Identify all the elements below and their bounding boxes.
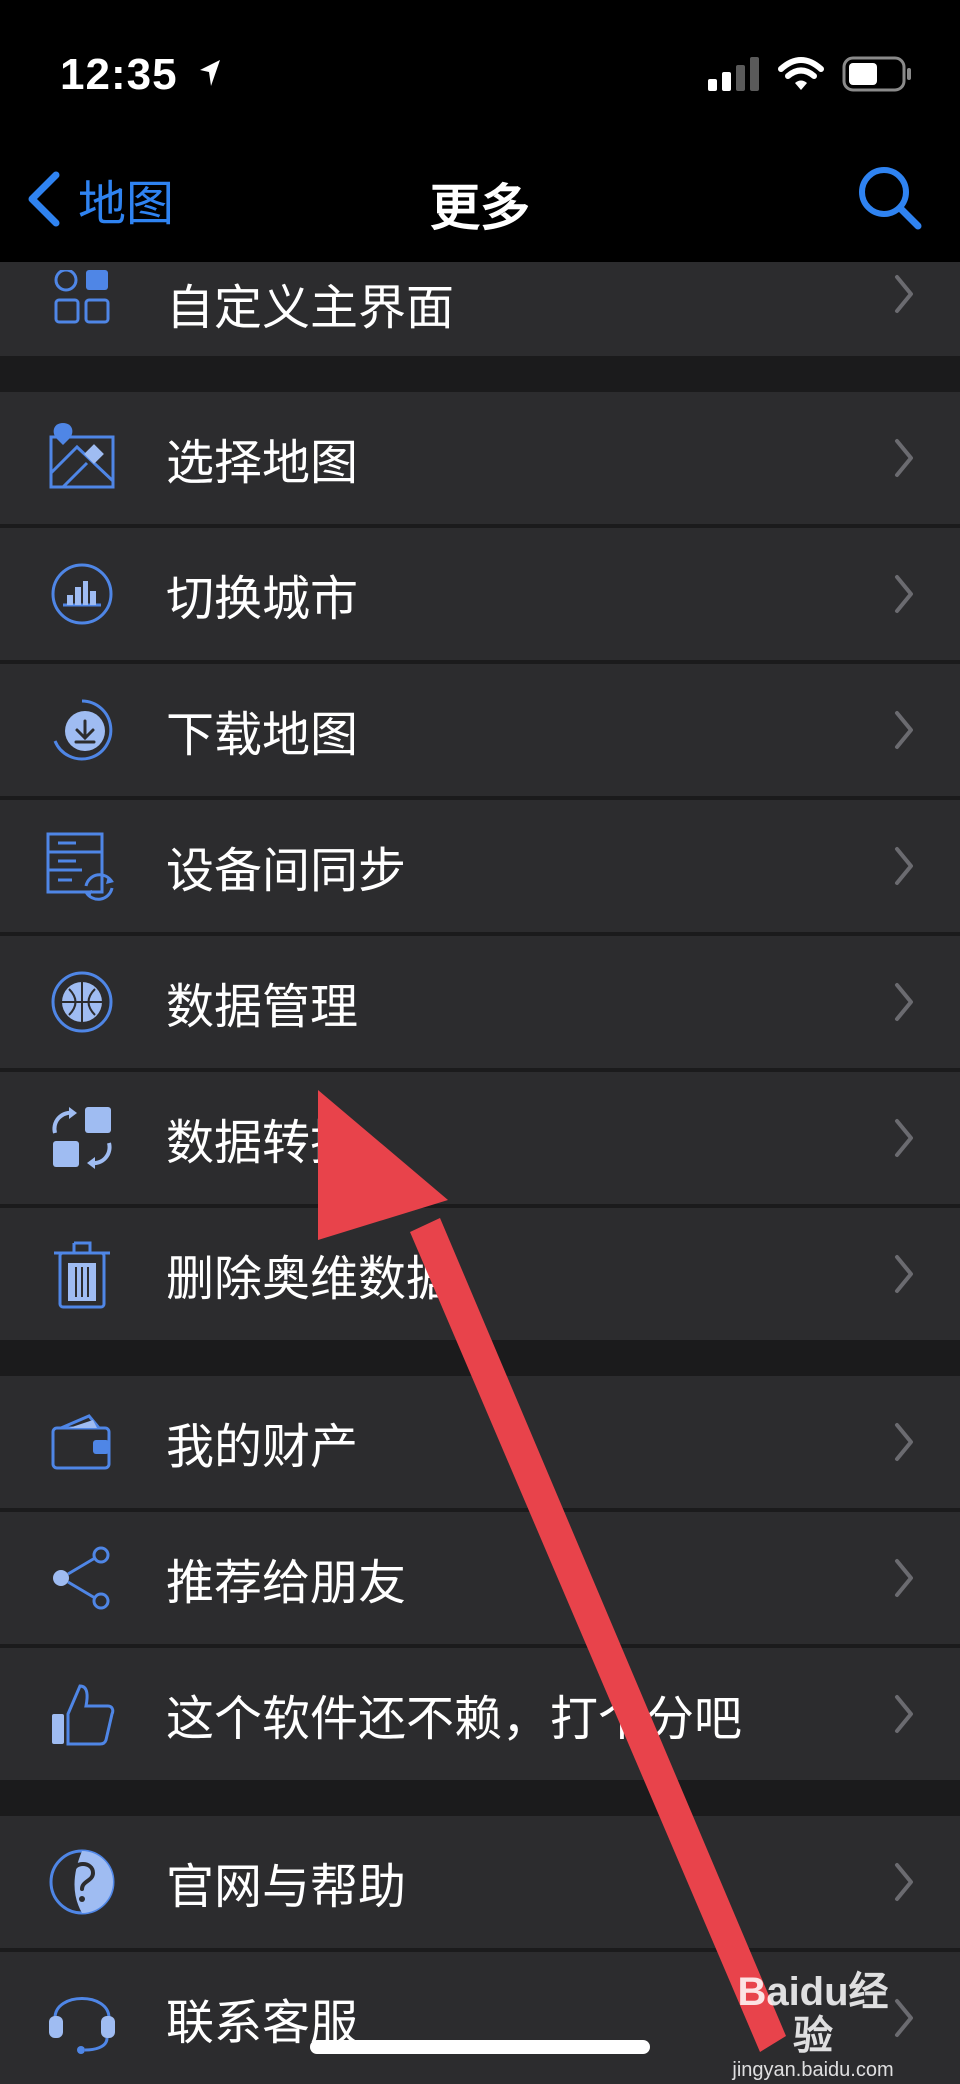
list-item-label: 自定义主界面 xyxy=(166,280,455,336)
sync-icon xyxy=(44,828,120,904)
chevron-right-icon xyxy=(895,1423,913,1461)
list-item-switch-city[interactable]: 切换城市 xyxy=(0,524,960,660)
status-indicators xyxy=(708,56,912,92)
location-arrow-icon xyxy=(200,60,220,86)
cellular-signal-icon xyxy=(708,57,759,91)
list-item-rate-app[interactable]: 这个软件还不赖，打个分吧 xyxy=(0,1644,960,1780)
group-separator xyxy=(0,356,960,392)
chevron-right-icon xyxy=(895,711,913,749)
chevron-right-icon xyxy=(895,1119,913,1157)
chevron-right-icon xyxy=(895,847,913,885)
thumbs-up-icon xyxy=(44,1676,120,1752)
settings-group: 自定义主界面 xyxy=(0,262,960,356)
grid-layout-icon xyxy=(44,264,120,340)
list-item-website-help[interactable]: 官网与帮助 xyxy=(0,1816,960,1948)
wifi-icon xyxy=(778,57,824,90)
status-bar: 12:35 xyxy=(0,0,960,140)
list-item-label: 设备间同步 xyxy=(166,843,407,899)
headset-icon xyxy=(44,1980,120,2056)
list-item-label: 下载地图 xyxy=(166,707,359,763)
search-icon xyxy=(859,167,922,230)
watermark-url: jingyan.baidu.com xyxy=(732,2059,894,2081)
chevron-right-icon xyxy=(895,575,913,613)
search-button[interactable] xyxy=(854,162,926,238)
watermark: Baidu经验 jingyan.baidu.com xyxy=(718,1970,908,2082)
download-icon xyxy=(44,692,120,768)
list-item-label: 切换城市 xyxy=(166,571,359,627)
list-item-label: 我的财产 xyxy=(166,1419,359,1475)
settings-list: 自定义主界面 选择地图 切换城市 下载地图 设备间同步 数据管理 数据转换 删除… xyxy=(0,262,960,2084)
battery-icon xyxy=(842,56,911,92)
list-item-data-convert[interactable]: 数据转换 xyxy=(0,1068,960,1204)
globe-icon xyxy=(44,964,120,1040)
group-separator xyxy=(0,1340,960,1376)
settings-group: 我的财产 推荐给朋友 这个软件还不赖，打个分吧 xyxy=(0,1376,960,1780)
list-item-select-map[interactable]: 选择地图 xyxy=(0,392,960,524)
help-icon xyxy=(44,1844,120,1920)
chevron-right-icon xyxy=(895,983,913,1021)
home-indicator[interactable] xyxy=(310,2040,650,2054)
list-item-label: 官网与帮助 xyxy=(166,1859,407,1915)
chevron-right-icon xyxy=(895,1255,913,1293)
list-item-label: 选择地图 xyxy=(166,435,359,491)
city-icon xyxy=(44,556,120,632)
chevron-right-icon xyxy=(895,1559,913,1597)
map-pin-icon xyxy=(44,420,120,496)
list-item-label: 这个软件还不赖，打个分吧 xyxy=(166,1691,743,1747)
page-title: 更多 xyxy=(430,179,530,237)
group-separator xyxy=(0,1780,960,1816)
status-time: 12:35 xyxy=(60,50,178,99)
chevron-right-icon xyxy=(895,275,913,313)
settings-group: 选择地图 切换城市 下载地图 设备间同步 数据管理 数据转换 删除奥维数据 xyxy=(0,392,960,1340)
share-icon xyxy=(44,1540,120,1616)
list-item-label: 删除奥维数据 xyxy=(166,1251,455,1307)
list-item-my-assets[interactable]: 我的财产 xyxy=(0,1376,960,1508)
navigation-bar: 地图 更多 xyxy=(0,140,960,262)
list-item-label: 数据转换 xyxy=(166,1115,359,1171)
list-item-device-sync[interactable]: 设备间同步 xyxy=(0,796,960,932)
list-item-label: 推荐给朋友 xyxy=(166,1555,407,1611)
chevron-right-icon xyxy=(895,1695,913,1733)
chevron-right-icon xyxy=(895,1863,913,1901)
wallet-icon xyxy=(44,1404,120,1480)
convert-icon xyxy=(44,1100,120,1176)
chevron-right-icon xyxy=(895,439,913,477)
list-item-data-management[interactable]: 数据管理 xyxy=(0,932,960,1068)
trash-icon xyxy=(44,1236,120,1312)
list-item-label: 数据管理 xyxy=(166,979,359,1035)
watermark-logo: Baidu经验 xyxy=(737,1970,889,2058)
list-item-customize-home[interactable]: 自定义主界面 xyxy=(0,262,960,356)
list-item-download-map[interactable]: 下载地图 xyxy=(0,660,960,796)
list-item-recommend[interactable]: 推荐给朋友 xyxy=(0,1508,960,1644)
list-item-delete-data[interactable]: 删除奥维数据 xyxy=(0,1204,960,1340)
